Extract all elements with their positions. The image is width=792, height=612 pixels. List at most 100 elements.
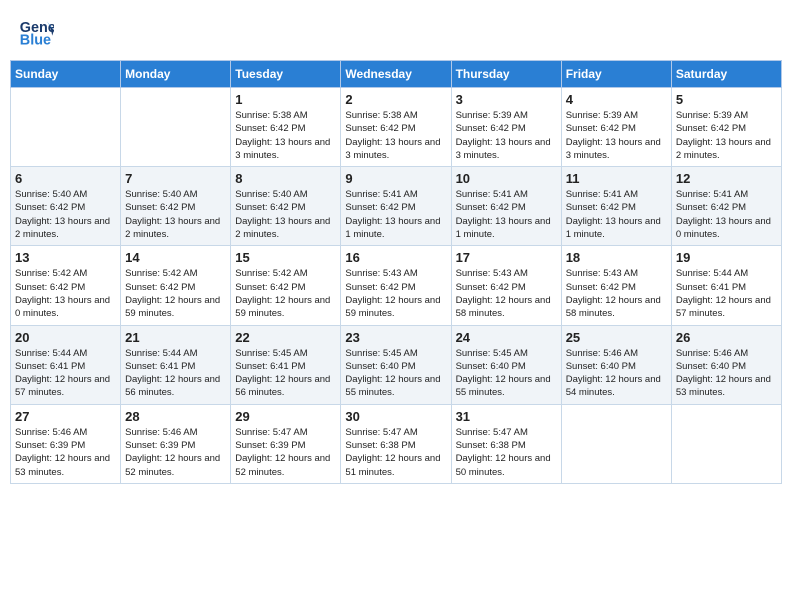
calendar-cell: 18Sunrise: 5:43 AM Sunset: 6:42 PM Dayli… — [561, 246, 671, 325]
calendar-cell: 10Sunrise: 5:41 AM Sunset: 6:42 PM Dayli… — [451, 167, 561, 246]
day-info: Sunrise: 5:44 AM Sunset: 6:41 PM Dayligh… — [15, 347, 116, 400]
day-info: Sunrise: 5:45 AM Sunset: 6:41 PM Dayligh… — [235, 347, 336, 400]
day-info: Sunrise: 5:43 AM Sunset: 6:42 PM Dayligh… — [566, 267, 667, 320]
day-number: 19 — [676, 250, 777, 265]
day-number: 7 — [125, 171, 226, 186]
day-info: Sunrise: 5:42 AM Sunset: 6:42 PM Dayligh… — [235, 267, 336, 320]
day-info: Sunrise: 5:41 AM Sunset: 6:42 PM Dayligh… — [456, 188, 557, 241]
calendar-cell: 26 Sunrise: 5:46 AM Sunset: 6:40 PM Dayli… — [671, 325, 781, 404]
calendar-cell: 5 Sunrise: 5:39 AM Sunset: 6:42 PM Daylig… — [671, 88, 781, 167]
calendar-cell: 13 Sunrise: 5:42 AM Sunset: 6:42 PM Dayli… — [11, 246, 121, 325]
day-number: 24 — [456, 330, 557, 345]
calendar-cell: 16 Sunrise: 5:43 AM Sunset: 6:42 PM Dayli… — [341, 246, 451, 325]
day-number: 27 — [15, 409, 116, 424]
day-number: 22 — [235, 330, 336, 345]
calendar-cell: 4 Sunrise: 5:39 AM Sunset: 6:42 PM Daylig… — [561, 88, 671, 167]
day-info: Sunrise: 5:38 AM Sunset: 6:42 PM Dayligh… — [345, 109, 446, 162]
logo: General Blue — [18, 14, 58, 50]
day-info: Sunrise: 5:43 AM Sunset: 6:42 PM Dayligh… — [456, 267, 557, 320]
weekday-sunday: Sunday — [11, 61, 121, 88]
day-number: 31 — [456, 409, 557, 424]
day-info: Sunrise: 5:47 AM Sunset: 6:39 PM Dayligh… — [235, 426, 336, 479]
day-number: 4 — [566, 92, 667, 107]
day-info: Sunrise: 5:46 AM Sunset: 6:40 PM Dayligh… — [566, 347, 667, 400]
weekday-tuesday: Tuesday — [231, 61, 341, 88]
calendar-cell: 31Sunrise: 5:47 AM Sunset: 6:38 PM Dayli… — [451, 404, 561, 483]
day-number: 26 — [676, 330, 777, 345]
calendar-cell: 9 Sunrise: 5:41 AM Sunset: 6:42 PM Daylig… — [341, 167, 451, 246]
day-info: Sunrise: 5:39 AM Sunset: 6:42 PM Dayligh… — [566, 109, 667, 162]
weekday-wednesday: Wednesday — [341, 61, 451, 88]
day-info: Sunrise: 5:44 AM Sunset: 6:41 PM Dayligh… — [125, 347, 226, 400]
calendar-cell: 30 Sunrise: 5:47 AM Sunset: 6:38 PM Dayli… — [341, 404, 451, 483]
calendar-table: SundayMondayTuesdayWednesdayThursdayFrid… — [10, 60, 782, 484]
day-info: Sunrise: 5:42 AM Sunset: 6:42 PM Dayligh… — [125, 267, 226, 320]
day-info: Sunrise: 5:46 AM Sunset: 6:39 PM Dayligh… — [15, 426, 116, 479]
calendar-cell: 3Sunrise: 5:39 AM Sunset: 6:42 PM Daylig… — [451, 88, 561, 167]
calendar-cell: 25 Sunrise: 5:46 AM Sunset: 6:40 PM Dayli… — [561, 325, 671, 404]
day-number: 12 — [676, 171, 777, 186]
day-info: Sunrise: 5:46 AM Sunset: 6:40 PM Dayligh… — [676, 347, 777, 400]
day-info: Sunrise: 5:44 AM Sunset: 6:41 PM Dayligh… — [676, 267, 777, 320]
calendar-cell: 19 Sunrise: 5:44 AM Sunset: 6:41 PM Dayli… — [671, 246, 781, 325]
calendar-cell: 8 Sunrise: 5:40 AM Sunset: 6:42 PM Daylig… — [231, 167, 341, 246]
weekday-monday: Monday — [121, 61, 231, 88]
page-header: General Blue — [10, 10, 782, 54]
weekday-header-row: SundayMondayTuesdayWednesdayThursdayFrid… — [11, 61, 782, 88]
day-info: Sunrise: 5:41 AM Sunset: 6:42 PM Dayligh… — [676, 188, 777, 241]
day-number: 14 — [125, 250, 226, 265]
day-number: 17 — [456, 250, 557, 265]
calendar-cell: 6 Sunrise: 5:40 AM Sunset: 6:42 PM Daylig… — [11, 167, 121, 246]
day-info: Sunrise: 5:40 AM Sunset: 6:42 PM Dayligh… — [235, 188, 336, 241]
day-number: 20 — [15, 330, 116, 345]
calendar-week-3: 13 Sunrise: 5:42 AM Sunset: 6:42 PM Dayli… — [11, 246, 782, 325]
day-number: 8 — [235, 171, 336, 186]
calendar-cell: 17 Sunrise: 5:43 AM Sunset: 6:42 PM Dayli… — [451, 246, 561, 325]
day-number: 15 — [235, 250, 336, 265]
calendar-week-1: 1Sunrise: 5:38 AM Sunset: 6:42 PM Daylig… — [11, 88, 782, 167]
calendar-cell: 22 Sunrise: 5:45 AM Sunset: 6:41 PM Dayli… — [231, 325, 341, 404]
calendar-week-4: 20 Sunrise: 5:44 AM Sunset: 6:41 PM Dayli… — [11, 325, 782, 404]
day-info: Sunrise: 5:41 AM Sunset: 6:42 PM Dayligh… — [345, 188, 446, 241]
day-number: 5 — [676, 92, 777, 107]
calendar-cell — [11, 88, 121, 167]
day-number: 11 — [566, 171, 667, 186]
calendar-cell: 29Sunrise: 5:47 AM Sunset: 6:39 PM Dayli… — [231, 404, 341, 483]
weekday-saturday: Saturday — [671, 61, 781, 88]
day-info: Sunrise: 5:38 AM Sunset: 6:42 PM Dayligh… — [235, 109, 336, 162]
day-info: Sunrise: 5:40 AM Sunset: 6:42 PM Dayligh… — [15, 188, 116, 241]
calendar-cell: 11Sunrise: 5:41 AM Sunset: 6:42 PM Dayli… — [561, 167, 671, 246]
day-info: Sunrise: 5:40 AM Sunset: 6:42 PM Dayligh… — [125, 188, 226, 241]
calendar-week-5: 27 Sunrise: 5:46 AM Sunset: 6:39 PM Dayli… — [11, 404, 782, 483]
day-number: 23 — [345, 330, 446, 345]
day-number: 6 — [15, 171, 116, 186]
day-info: Sunrise: 5:45 AM Sunset: 6:40 PM Dayligh… — [456, 347, 557, 400]
calendar-cell: 15 Sunrise: 5:42 AM Sunset: 6:42 PM Dayli… — [231, 246, 341, 325]
calendar-cell: 23 Sunrise: 5:45 AM Sunset: 6:40 PM Dayli… — [341, 325, 451, 404]
calendar-cell: 14 Sunrise: 5:42 AM Sunset: 6:42 PM Dayli… — [121, 246, 231, 325]
logo-icon: General Blue — [18, 14, 54, 50]
day-number: 30 — [345, 409, 446, 424]
calendar-cell: 12 Sunrise: 5:41 AM Sunset: 6:42 PM Dayli… — [671, 167, 781, 246]
weekday-friday: Friday — [561, 61, 671, 88]
calendar-week-2: 6 Sunrise: 5:40 AM Sunset: 6:42 PM Daylig… — [11, 167, 782, 246]
calendar-cell: 1Sunrise: 5:38 AM Sunset: 6:42 PM Daylig… — [231, 88, 341, 167]
day-number: 21 — [125, 330, 226, 345]
calendar-cell: 7 Sunrise: 5:40 AM Sunset: 6:42 PM Daylig… — [121, 167, 231, 246]
day-number: 9 — [345, 171, 446, 186]
day-number: 28 — [125, 409, 226, 424]
day-info: Sunrise: 5:39 AM Sunset: 6:42 PM Dayligh… — [676, 109, 777, 162]
weekday-thursday: Thursday — [451, 61, 561, 88]
day-info: Sunrise: 5:43 AM Sunset: 6:42 PM Dayligh… — [345, 267, 446, 320]
day-info: Sunrise: 5:42 AM Sunset: 6:42 PM Dayligh… — [15, 267, 116, 320]
day-number: 25 — [566, 330, 667, 345]
day-number: 16 — [345, 250, 446, 265]
calendar-cell — [671, 404, 781, 483]
day-number: 13 — [15, 250, 116, 265]
day-info: Sunrise: 5:47 AM Sunset: 6:38 PM Dayligh… — [345, 426, 446, 479]
calendar-body: 1Sunrise: 5:38 AM Sunset: 6:42 PM Daylig… — [11, 88, 782, 484]
calendar-cell: 2 Sunrise: 5:38 AM Sunset: 6:42 PM Daylig… — [341, 88, 451, 167]
day-info: Sunrise: 5:45 AM Sunset: 6:40 PM Dayligh… — [345, 347, 446, 400]
calendar-cell: 28Sunrise: 5:46 AM Sunset: 6:39 PM Dayli… — [121, 404, 231, 483]
day-number: 2 — [345, 92, 446, 107]
